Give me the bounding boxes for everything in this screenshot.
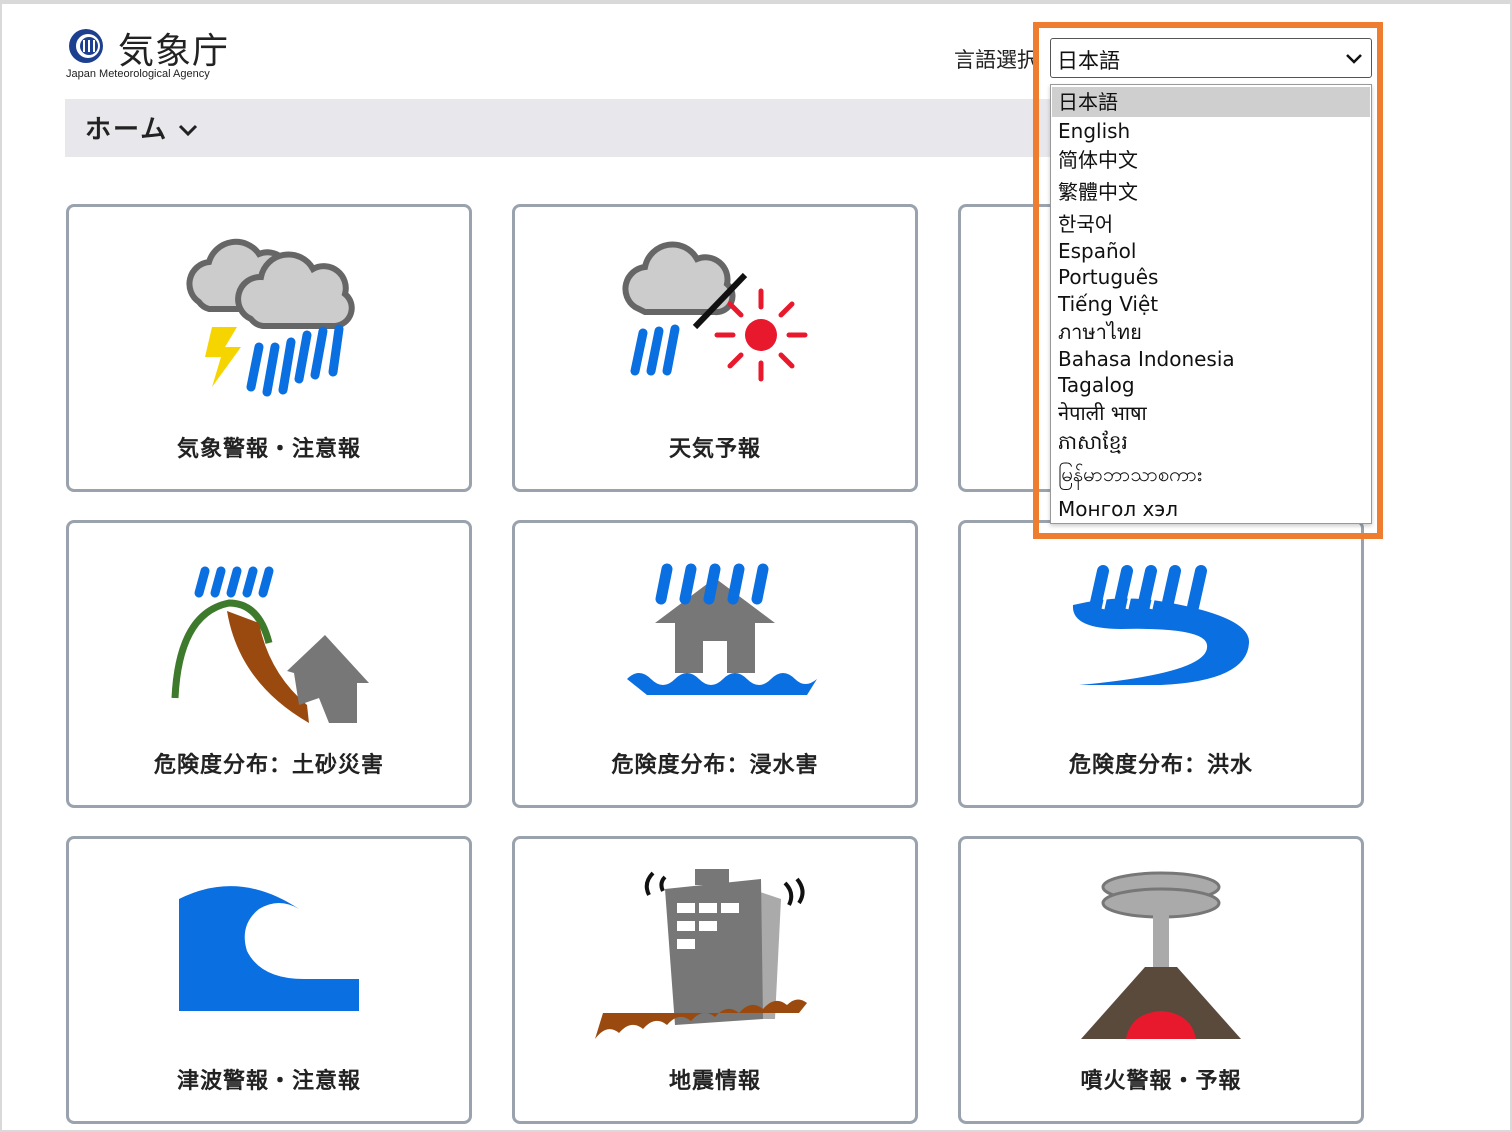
tile-flood-risk[interactable]: 危険度分布：洪水 (958, 520, 1364, 808)
jma-logo[interactable]: 気象庁 Japan Meteorological Agency (64, 22, 234, 82)
tile-weather-warnings[interactable]: 気象警報・注意報 (66, 204, 472, 492)
logo-title: 気象庁 (118, 31, 230, 72)
language-select-label: 言語選択 (954, 48, 1038, 72)
tile-landslide-risk[interactable]: 危険度分布：土砂災害 (66, 520, 472, 808)
tsunami-icon (179, 886, 359, 1011)
forecast-icon (622, 241, 808, 382)
tile-volcano-warnings[interactable]: 噴火警報・予報 (958, 836, 1364, 1124)
inundation-icon (627, 563, 817, 695)
tile-tsunami-warnings[interactable]: 津波警報・注意報 (66, 836, 472, 1124)
tile-inundation-risk[interactable]: 危険度分布：浸水害 (512, 520, 918, 808)
logo-subtitle: Japan Meteorological Agency (66, 68, 210, 80)
tile-label: 津波警報・注意報 (176, 1069, 361, 1094)
tile-label: 危険度分布：土砂災害 (153, 753, 384, 778)
tile-label: 危険度分布：浸水害 (611, 753, 819, 778)
jma-logo-icon (69, 29, 103, 63)
highlight-annotation-box (1033, 22, 1383, 539)
tile-weather-forecast[interactable]: 天気予報 (512, 204, 918, 492)
flood-icon (1072, 565, 1250, 685)
landslide-icon (171, 566, 369, 723)
tile-label: 噴火警報・予報 (1080, 1069, 1242, 1094)
tile-earthquake-info[interactable]: 地震情報 (512, 836, 918, 1124)
chevron-down-icon[interactable] (177, 119, 199, 141)
nav-home-link[interactable]: ホーム (85, 109, 168, 146)
tile-label: 天気予報 (668, 437, 761, 462)
tile-label: 危険度分布：洪水 (1068, 753, 1253, 778)
tile-label: 地震情報 (668, 1069, 761, 1094)
earthquake-icon (595, 869, 807, 1039)
storm-icon (186, 238, 355, 397)
volcano-icon (1081, 871, 1241, 1039)
tile-label: 気象警報・注意報 (176, 437, 361, 462)
